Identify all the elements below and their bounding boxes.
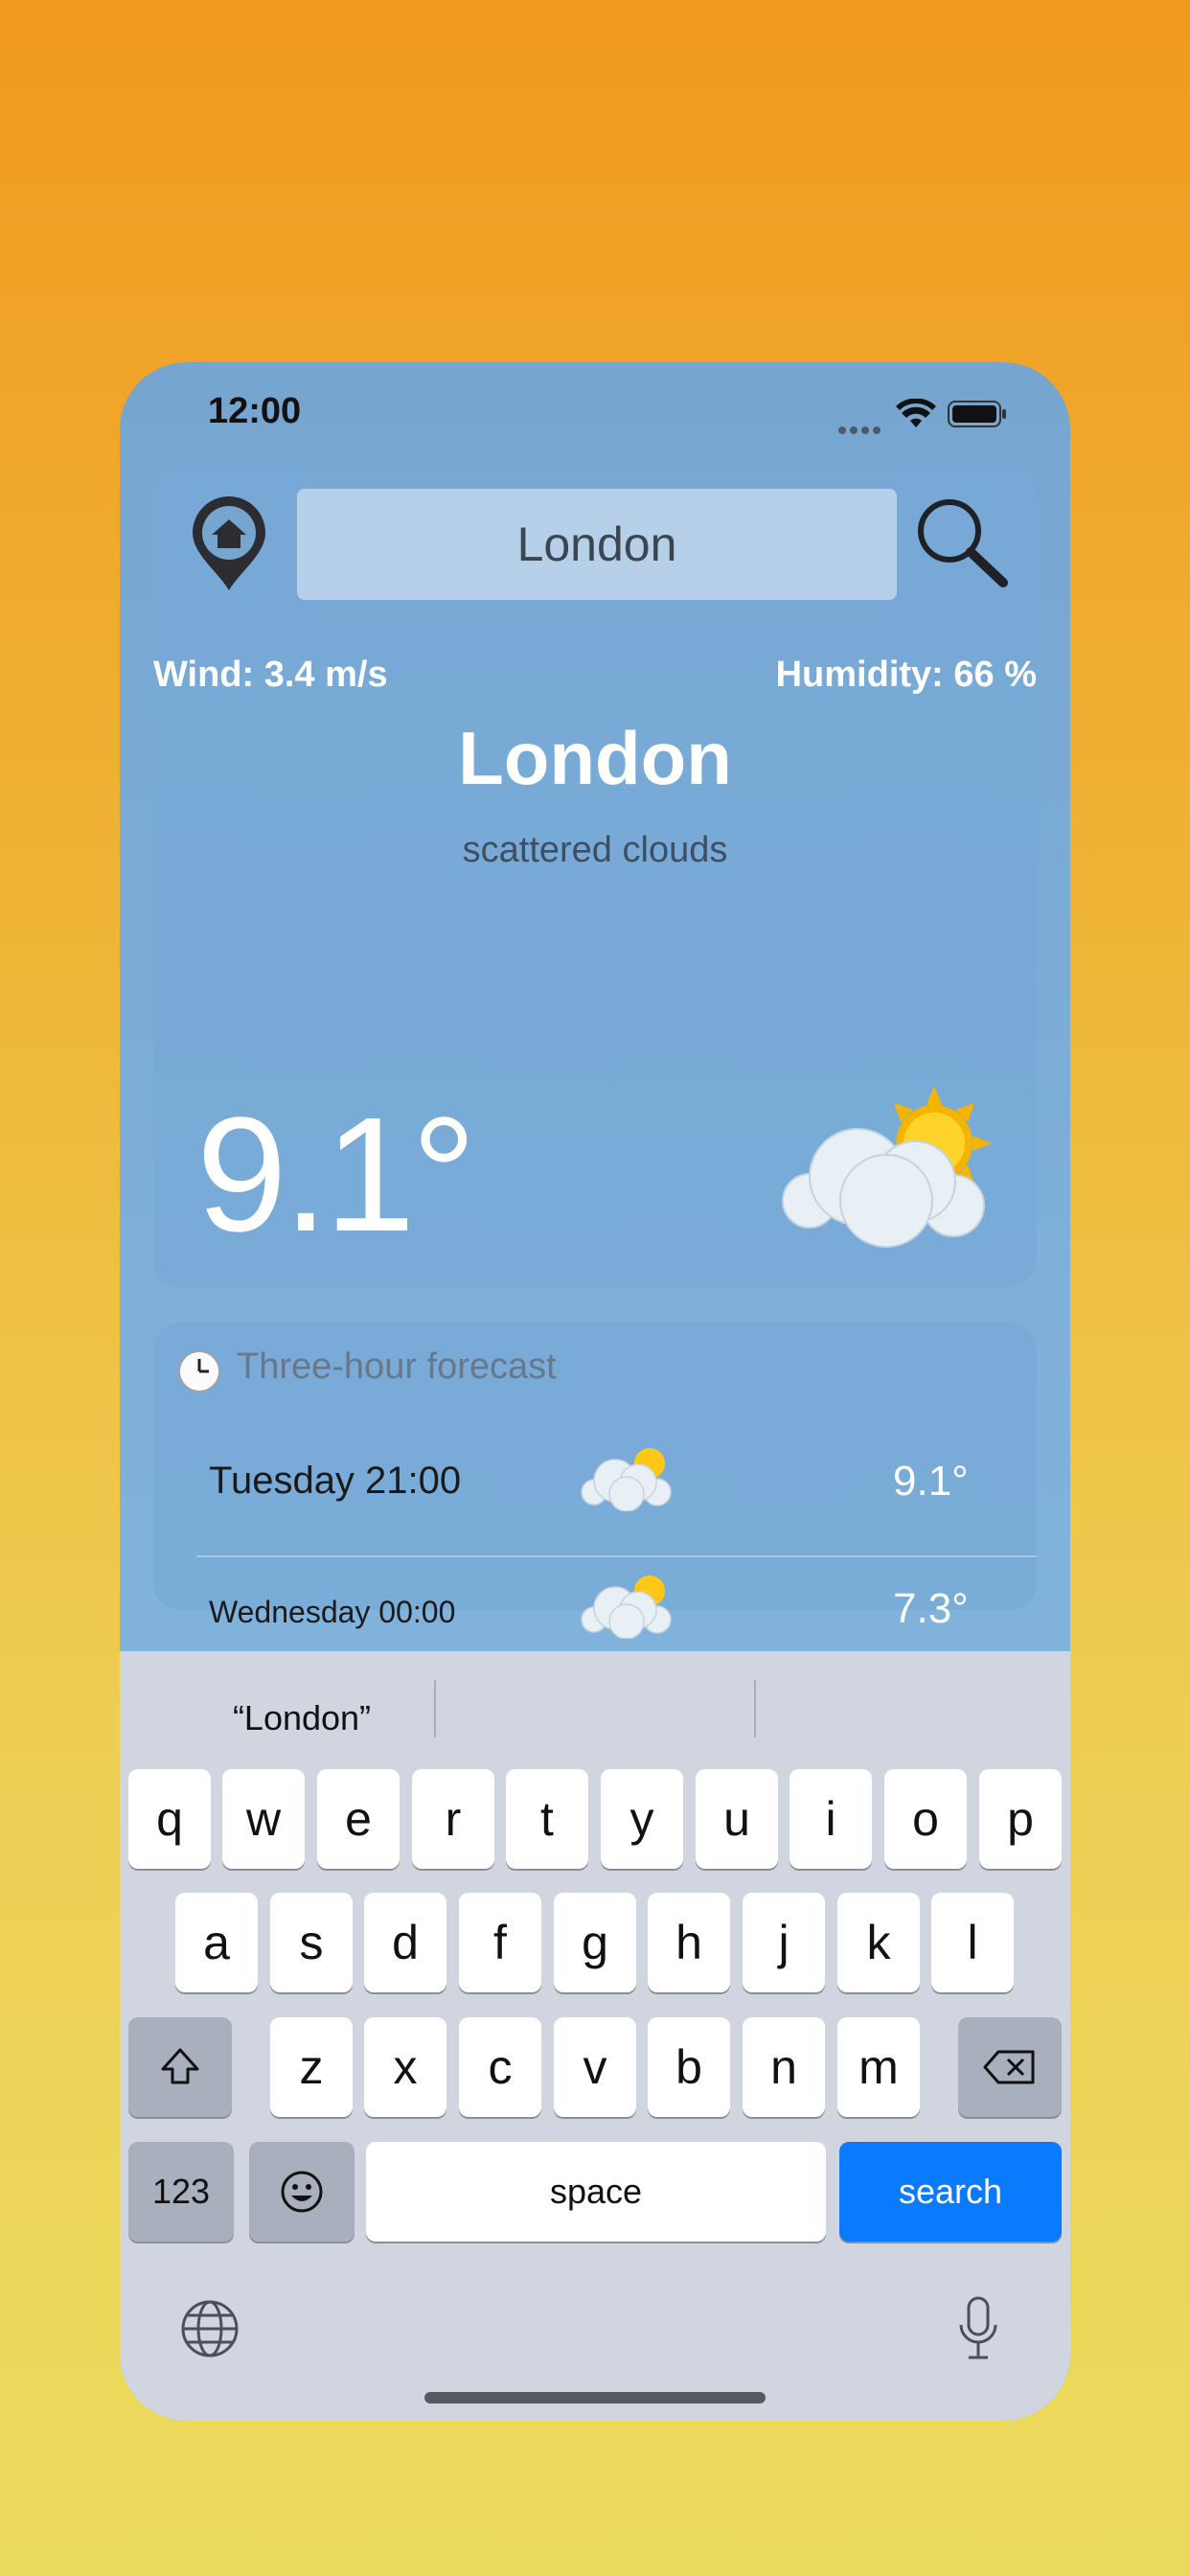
wifi-icon <box>896 399 936 427</box>
home-location-icon[interactable] <box>189 494 269 592</box>
numbers-key[interactable]: 123 <box>128 2142 234 2242</box>
battery-icon <box>948 401 1006 427</box>
key-l[interactable]: l <box>931 1893 1014 1992</box>
search-key[interactable]: search <box>839 2142 1062 2242</box>
space-key[interactable]: space <box>366 2142 826 2242</box>
key-w[interactable]: w <box>222 1769 305 1869</box>
phone-screen: 12:00 Wind: 3.4 m/s Humidity: 66 % Londo… <box>120 362 1070 2421</box>
key-t[interactable]: t <box>506 1769 588 1869</box>
globe-icon[interactable] <box>179 2298 240 2359</box>
search-icon[interactable] <box>913 496 1009 588</box>
suggestion-divider <box>754 1680 756 1737</box>
key-z[interactable]: z <box>270 2017 353 2117</box>
humidity: Humidity: 66 % <box>775 655 1037 695</box>
key-f[interactable]: f <box>459 1893 541 1992</box>
key-v[interactable]: v <box>554 2017 636 2117</box>
key-y[interactable]: y <box>601 1769 683 1869</box>
key-h[interactable]: h <box>648 1893 730 1992</box>
key-g[interactable]: g <box>554 1893 636 1992</box>
forecast-temperature: 7.3° <box>893 1585 969 1632</box>
suggestion-london[interactable]: “London” <box>158 1685 446 1752</box>
key-b[interactable]: b <box>648 2017 730 2117</box>
weather-condition: scattered clouds <box>462 830 728 870</box>
forecast-divider <box>196 1555 1037 1557</box>
microphone-icon[interactable] <box>955 2296 1001 2363</box>
forecast-title: Three-hour forecast <box>237 1346 557 1387</box>
key-i[interactable]: i <box>790 1769 872 1869</box>
backspace-icon <box>983 2050 1035 2084</box>
key-u[interactable]: u <box>696 1769 778 1869</box>
home-indicator[interactable] <box>424 2392 766 2404</box>
forecast-day: Wednesday 00:00 <box>209 1595 456 1629</box>
key-e[interactable]: e <box>317 1769 400 1869</box>
shift-icon <box>161 2048 199 2084</box>
key-x[interactable]: x <box>364 2017 446 2117</box>
key-q[interactable]: q <box>128 1769 211 1869</box>
sun-behind-cloud-icon <box>581 1448 672 1511</box>
emoji-key[interactable] <box>249 2142 355 2242</box>
cellular-signal-icon <box>838 422 884 439</box>
wind-speed: Wind: 3.4 m/s <box>153 655 388 695</box>
key-k[interactable]: k <box>837 1893 920 1992</box>
clock-icon <box>178 1350 220 1392</box>
key-d[interactable]: d <box>364 1893 446 1992</box>
delete-key[interactable] <box>958 2017 1062 2117</box>
shift-key[interactable] <box>128 2017 232 2117</box>
key-r[interactable]: r <box>412 1769 494 1869</box>
status-bar: 12:00 <box>120 362 1070 468</box>
sun-behind-cloud-icon <box>581 1576 672 1639</box>
key-n[interactable]: n <box>743 2017 825 2117</box>
key-p[interactable]: p <box>979 1769 1062 1869</box>
key-a[interactable]: a <box>175 1893 258 1992</box>
key-j[interactable]: j <box>743 1893 825 1992</box>
sun-behind-cloud-icon <box>782 1086 992 1248</box>
key-m[interactable]: m <box>837 2017 920 2117</box>
city-search-input[interactable] <box>297 489 897 600</box>
forecast-day: Tuesday 21:00 <box>209 1460 462 1502</box>
forecast-row: Tuesday 21:00 9.1° <box>153 1448 1037 1584</box>
status-time: 12:00 <box>208 391 302 431</box>
forecast-temperature: 9.1° <box>893 1458 969 1505</box>
key-c[interactable]: c <box>459 2017 541 2117</box>
current-temperature: 9.1° <box>196 1084 476 1266</box>
key-o[interactable]: o <box>884 1769 967 1869</box>
city-name: London <box>458 716 732 800</box>
key-s[interactable]: s <box>270 1893 353 1992</box>
suggestion-divider <box>434 1680 436 1737</box>
emoji-icon <box>281 2171 323 2213</box>
